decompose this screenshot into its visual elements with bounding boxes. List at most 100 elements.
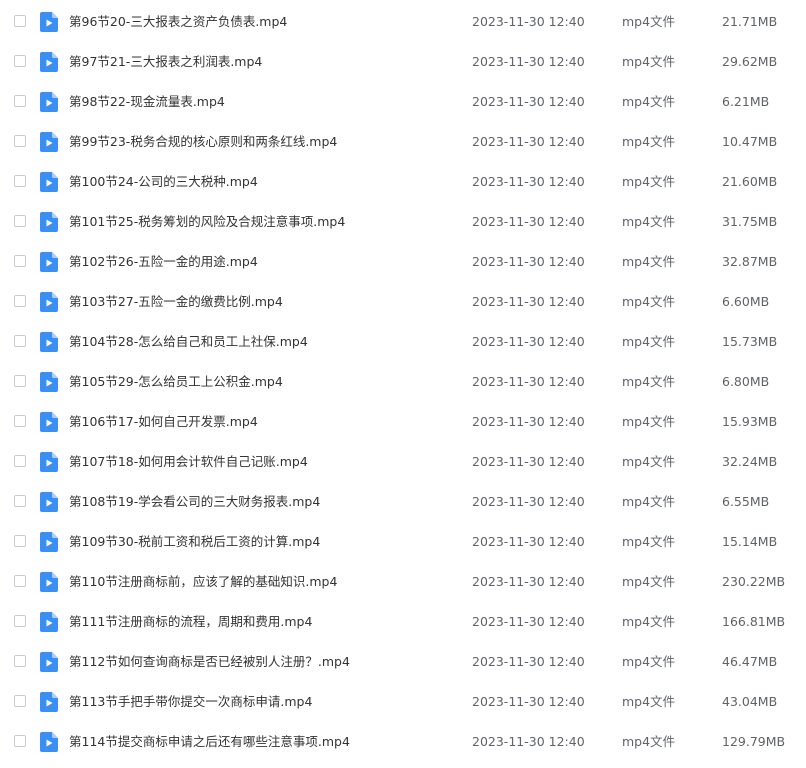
file-modified-date: 2023-11-30 12:40 — [472, 414, 585, 429]
row-checkbox[interactable] — [14, 335, 26, 347]
file-row[interactable]: 第103节27-五险一金的缴费比例.mp4 2023-11-30 12:40 m… — [0, 282, 806, 322]
row-checkbox[interactable] — [14, 295, 26, 307]
file-modified-date: 2023-11-30 12:40 — [472, 614, 585, 629]
file-size: 129.79MB — [722, 734, 786, 749]
file-name[interactable]: 第105节29-怎么给员工上公积金.mp4 — [69, 362, 283, 402]
file-size: 10.47MB — [722, 134, 778, 149]
row-checkbox[interactable] — [14, 575, 26, 587]
file-size: 6.21MB — [722, 94, 770, 109]
file-type: mp4文件 — [622, 374, 676, 389]
file-row[interactable]: 第113节手把手带你提交一次商标申请.mp4 2023-11-30 12:40 … — [0, 682, 806, 722]
video-file-icon — [40, 532, 58, 552]
row-checkbox[interactable] — [14, 495, 26, 507]
file-modified-date: 2023-11-30 12:40 — [472, 534, 585, 549]
file-row[interactable]: 第106节17-如何自己开发票.mp4 2023-11-30 12:40 mp4… — [0, 402, 806, 442]
file-name[interactable]: 第101节25-税务筹划的风险及合规注意事项.mp4 — [69, 202, 345, 242]
file-name[interactable]: 第111节注册商标的流程，周期和费用.mp4 — [69, 602, 312, 642]
file-name[interactable]: 第99节23-税务合规的核心原则和两条红线.mp4 — [69, 122, 337, 162]
video-file-icon — [40, 132, 58, 152]
file-name[interactable]: 第110节注册商标前，应该了解的基础知识.mp4 — [69, 562, 337, 602]
file-type: mp4文件 — [622, 14, 676, 29]
row-checkbox[interactable] — [14, 455, 26, 467]
file-modified-date: 2023-11-30 12:40 — [472, 654, 585, 669]
file-name[interactable]: 第108节19-学会看公司的三大财务报表.mp4 — [69, 482, 320, 522]
file-name[interactable]: 第112节如何查询商标是否已经被别人注册？.mp4 — [69, 642, 350, 682]
file-name[interactable]: 第103节27-五险一金的缴费比例.mp4 — [69, 282, 283, 322]
file-row[interactable]: 第97节21-三大报表之利润表.mp4 2023-11-30 12:40 mp4… — [0, 42, 806, 82]
video-file-icon — [40, 412, 58, 432]
file-row[interactable]: 第100节24-公司的三大税种.mp4 2023-11-30 12:40 mp4… — [0, 162, 806, 202]
file-size: 6.55MB — [722, 494, 770, 509]
file-name[interactable]: 第97节21-三大报表之利润表.mp4 — [69, 42, 262, 82]
file-type: mp4文件 — [622, 494, 676, 509]
file-name[interactable]: 第114节提交商标申请之后还有哪些注意事项.mp4 — [69, 722, 350, 762]
row-checkbox[interactable] — [14, 735, 26, 747]
row-checkbox[interactable] — [14, 415, 26, 427]
file-name[interactable]: 第113节手把手带你提交一次商标申请.mp4 — [69, 682, 312, 722]
file-row[interactable]: 第99节23-税务合规的核心原则和两条红线.mp4 2023-11-30 12:… — [0, 122, 806, 162]
row-checkbox[interactable] — [14, 255, 26, 267]
video-file-icon — [40, 212, 58, 232]
file-size: 21.60MB — [722, 174, 778, 189]
file-size: 166.81MB — [722, 614, 786, 629]
file-name[interactable]: 第106节17-如何自己开发票.mp4 — [69, 402, 258, 442]
file-row[interactable]: 第104节28-怎么给自己和员工上社保.mp4 2023-11-30 12:40… — [0, 322, 806, 362]
file-row[interactable]: 第112节如何查询商标是否已经被别人注册？.mp4 2023-11-30 12:… — [0, 642, 806, 682]
row-checkbox[interactable] — [14, 15, 26, 27]
row-checkbox[interactable] — [14, 175, 26, 187]
file-modified-date: 2023-11-30 12:40 — [472, 134, 585, 149]
file-name[interactable]: 第104节28-怎么给自己和员工上社保.mp4 — [69, 322, 308, 362]
file-row[interactable]: 第98节22-现金流量表.mp4 2023-11-30 12:40 mp4文件 … — [0, 82, 806, 122]
file-row[interactable]: 第105节29-怎么给员工上公积金.mp4 2023-11-30 12:40 m… — [0, 362, 806, 402]
file-type: mp4文件 — [622, 334, 676, 349]
row-checkbox[interactable] — [14, 135, 26, 147]
file-name[interactable]: 第100节24-公司的三大税种.mp4 — [69, 162, 258, 202]
video-file-icon — [40, 252, 58, 272]
file-row[interactable]: 第110节注册商标前，应该了解的基础知识.mp4 2023-11-30 12:4… — [0, 562, 806, 602]
video-file-icon — [40, 652, 58, 672]
row-checkbox[interactable] — [14, 655, 26, 667]
file-modified-date: 2023-11-30 12:40 — [472, 254, 585, 269]
file-name[interactable]: 第98节22-现金流量表.mp4 — [69, 82, 225, 122]
row-checkbox[interactable] — [14, 215, 26, 227]
row-checkbox[interactable] — [14, 55, 26, 67]
file-modified-date: 2023-11-30 12:40 — [472, 174, 585, 189]
file-row[interactable]: 第111节注册商标的流程，周期和费用.mp4 2023-11-30 12:40 … — [0, 602, 806, 642]
file-modified-date: 2023-11-30 12:40 — [472, 494, 585, 509]
file-type: mp4文件 — [622, 734, 676, 749]
file-type: mp4文件 — [622, 254, 676, 269]
file-type: mp4文件 — [622, 134, 676, 149]
row-checkbox[interactable] — [14, 375, 26, 387]
file-row[interactable]: 第114节提交商标申请之后还有哪些注意事项.mp4 2023-11-30 12:… — [0, 722, 806, 762]
row-checkbox[interactable] — [14, 95, 26, 107]
video-file-icon — [40, 732, 58, 752]
file-type: mp4文件 — [622, 534, 676, 549]
file-row[interactable]: 第96节20-三大报表之资产负债表.mp4 2023-11-30 12:40 m… — [0, 2, 806, 42]
file-type: mp4文件 — [622, 214, 676, 229]
file-row[interactable]: 第107节18-如何用会计软件自己记账.mp4 2023-11-30 12:40… — [0, 442, 806, 482]
row-checkbox[interactable] — [14, 695, 26, 707]
file-row[interactable]: 第101节25-税务筹划的风险及合规注意事项.mp4 2023-11-30 12… — [0, 202, 806, 242]
file-type: mp4文件 — [622, 614, 676, 629]
file-modified-date: 2023-11-30 12:40 — [472, 454, 585, 469]
file-name[interactable]: 第102节26-五险一金的用途.mp4 — [69, 242, 258, 282]
file-modified-date: 2023-11-30 12:40 — [472, 294, 585, 309]
video-file-icon — [40, 492, 58, 512]
file-name[interactable]: 第96节20-三大报表之资产负债表.mp4 — [69, 2, 287, 42]
file-size: 15.73MB — [722, 334, 778, 349]
file-size: 6.80MB — [722, 374, 770, 389]
row-checkbox[interactable] — [14, 615, 26, 627]
file-type: mp4文件 — [622, 414, 676, 429]
file-size: 32.24MB — [722, 454, 778, 469]
file-size: 6.60MB — [722, 294, 770, 309]
file-type: mp4文件 — [622, 654, 676, 669]
file-name[interactable]: 第109节30-税前工资和税后工资的计算.mp4 — [69, 522, 320, 562]
file-row[interactable]: 第109节30-税前工资和税后工资的计算.mp4 2023-11-30 12:4… — [0, 522, 806, 562]
file-row[interactable]: 第108节19-学会看公司的三大财务报表.mp4 2023-11-30 12:4… — [0, 482, 806, 522]
row-checkbox[interactable] — [14, 535, 26, 547]
file-row[interactable]: 第102节26-五险一金的用途.mp4 2023-11-30 12:40 mp4… — [0, 242, 806, 282]
file-type: mp4文件 — [622, 54, 676, 69]
video-file-icon — [40, 332, 58, 352]
file-modified-date: 2023-11-30 12:40 — [472, 334, 585, 349]
file-name[interactable]: 第107节18-如何用会计软件自己记账.mp4 — [69, 442, 308, 482]
